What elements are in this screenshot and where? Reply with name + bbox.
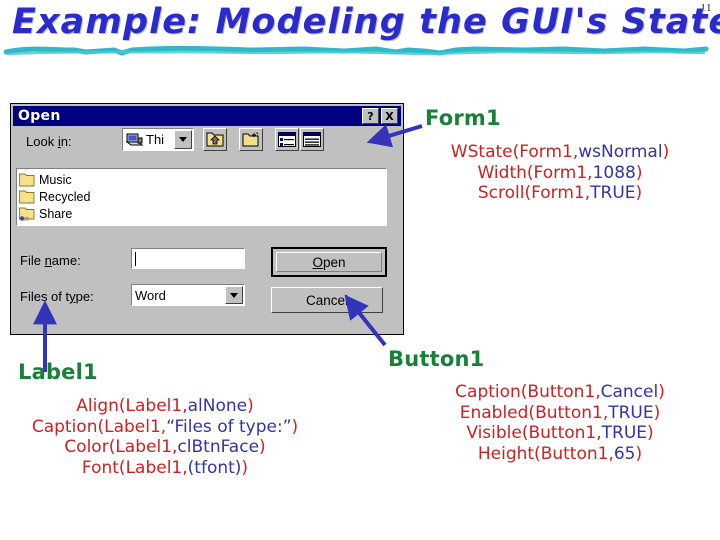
annotation-title-button1: Button1 [388, 347, 485, 371]
fact-row: Align(Label1,alNone) [76, 396, 254, 416]
fact-row: Height(Button1,65) [477, 444, 643, 465]
file-list[interactable]: Music Recycled Share [16, 168, 387, 226]
fact-row: WState(Form1,wsNormal) [450, 142, 670, 162]
open-button-label: Open [312, 254, 346, 270]
files-of-type-label: Files of type: [20, 289, 94, 304]
files-of-type-combobox[interactable]: Word [131, 284, 245, 306]
close-button[interactable]: X [381, 108, 398, 124]
files-of-type-dropdown-arrow[interactable] [225, 286, 243, 304]
look-in-label: Look in: [26, 134, 72, 149]
details-view-icon [303, 132, 321, 147]
details-view-button[interactable] [300, 128, 324, 151]
list-view-button[interactable] [275, 128, 299, 151]
cancel-button-label: Cancel [305, 292, 349, 308]
list-item-label: Recycled [39, 189, 91, 204]
title-underline-decoration [4, 46, 709, 56]
fact-row: Caption(Label1,“Files of type:”) [31, 416, 299, 437]
fact-row: Caption(Button1,Cancel) [455, 382, 665, 402]
cancel-button[interactable]: Cancel [271, 287, 383, 313]
fact-row: Scroll(Form1,TRUE) [477, 183, 643, 204]
slide-title-block: Example: Modeling the GUI's State [0, 0, 720, 70]
create-new-folder-icon [242, 131, 259, 146]
dialog-titlebar: Open ? X [13, 106, 401, 126]
annotation-facts-button1: Caption(Button1,Cancel) Enabled(Button1,… [400, 382, 720, 465]
annotation-facts-form1: WState(Form1,wsNormal) Width(Form1,1088)… [400, 142, 720, 204]
dialog-title: Open [18, 108, 61, 124]
text-caret [135, 252, 136, 266]
titlebar-button-group: ? X [362, 108, 398, 124]
annotation-title-label1: Label1 [18, 360, 98, 384]
fact-row: Font(Label1,(tfont)) [81, 458, 249, 479]
file-name-label: File name: [20, 253, 81, 268]
list-item-label: Music [39, 172, 72, 187]
help-button[interactable]: ? [362, 108, 379, 124]
create-new-folder-button[interactable] [239, 128, 263, 151]
annotation-title-form1: Form1 [425, 106, 501, 130]
folder-icon [19, 173, 35, 186]
look-in-combobox[interactable]: Thi [122, 128, 194, 151]
fact-row: Enabled(Button1,TRUE) [459, 402, 661, 423]
up-one-level-button[interactable] [203, 128, 227, 151]
annotation-facts-label1: Align(Label1,alNone) Caption(Label1,“Fil… [0, 396, 330, 479]
file-name-input[interactable] [131, 248, 245, 269]
list-item[interactable]: Share [19, 205, 386, 222]
list-item[interactable]: Recycled [19, 188, 386, 205]
fact-row: Color(Label1,clBtnFace) [64, 437, 266, 458]
shared-folder-icon [19, 207, 35, 221]
folder-icon [19, 190, 35, 203]
list-item-label: Share [39, 206, 73, 221]
files-of-type-value: Word [135, 287, 166, 303]
page-title: Example: Modeling the GUI's State [12, 2, 720, 42]
look-in-value: Thi [146, 132, 165, 147]
list-view-icon [278, 132, 296, 147]
open-button[interactable]: Open [271, 247, 387, 277]
up-one-level-icon [206, 132, 224, 146]
fact-row: Width(Form1,1088) [477, 162, 643, 183]
my-computer-icon [126, 133, 144, 146]
look-in-dropdown-arrow[interactable] [174, 130, 192, 149]
list-item[interactable]: Music [19, 171, 386, 188]
fact-row: Visible(Button1,TRUE) [466, 423, 654, 444]
